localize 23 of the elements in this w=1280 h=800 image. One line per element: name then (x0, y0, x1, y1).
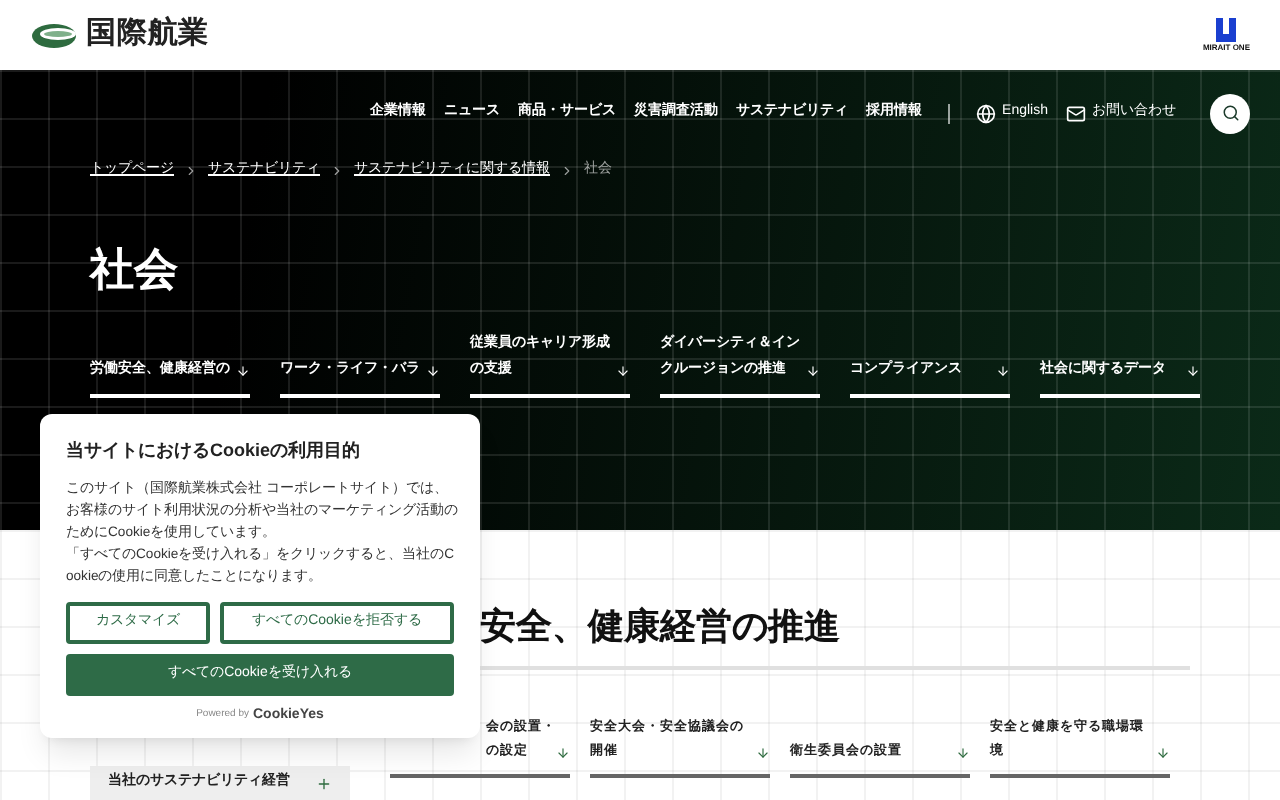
chevron-icon (330, 163, 344, 178)
arrow-down-icon (236, 363, 250, 377)
arrow-down-icon (756, 746, 770, 760)
plus-icon (316, 775, 332, 791)
arrow-down-icon (616, 363, 630, 377)
company-logo[interactable]: 国際航業 (86, 12, 209, 58)
arrow-down-icon (1186, 363, 1200, 377)
chevron-icon (560, 163, 574, 178)
company-logo-icon (30, 21, 78, 49)
group-logo-icon (1214, 18, 1239, 42)
arrow-down-icon (1156, 746, 1170, 760)
search-button[interactable] (1210, 93, 1250, 133)
page-title: 社会 (87, 241, 180, 297)
globe-icon (976, 103, 997, 123)
arrow-down-icon (996, 363, 1010, 377)
arrow-down-icon (426, 363, 440, 377)
chevron-icon (184, 163, 198, 178)
arrow-down-icon (806, 363, 820, 377)
arrow-down-icon (956, 746, 970, 760)
arrow-down-icon (556, 746, 570, 760)
search-icon (1221, 104, 1239, 122)
dialog-title: 当サイトにおけるCookieの利用目的 (66, 438, 363, 464)
mail-icon (1066, 103, 1086, 123)
